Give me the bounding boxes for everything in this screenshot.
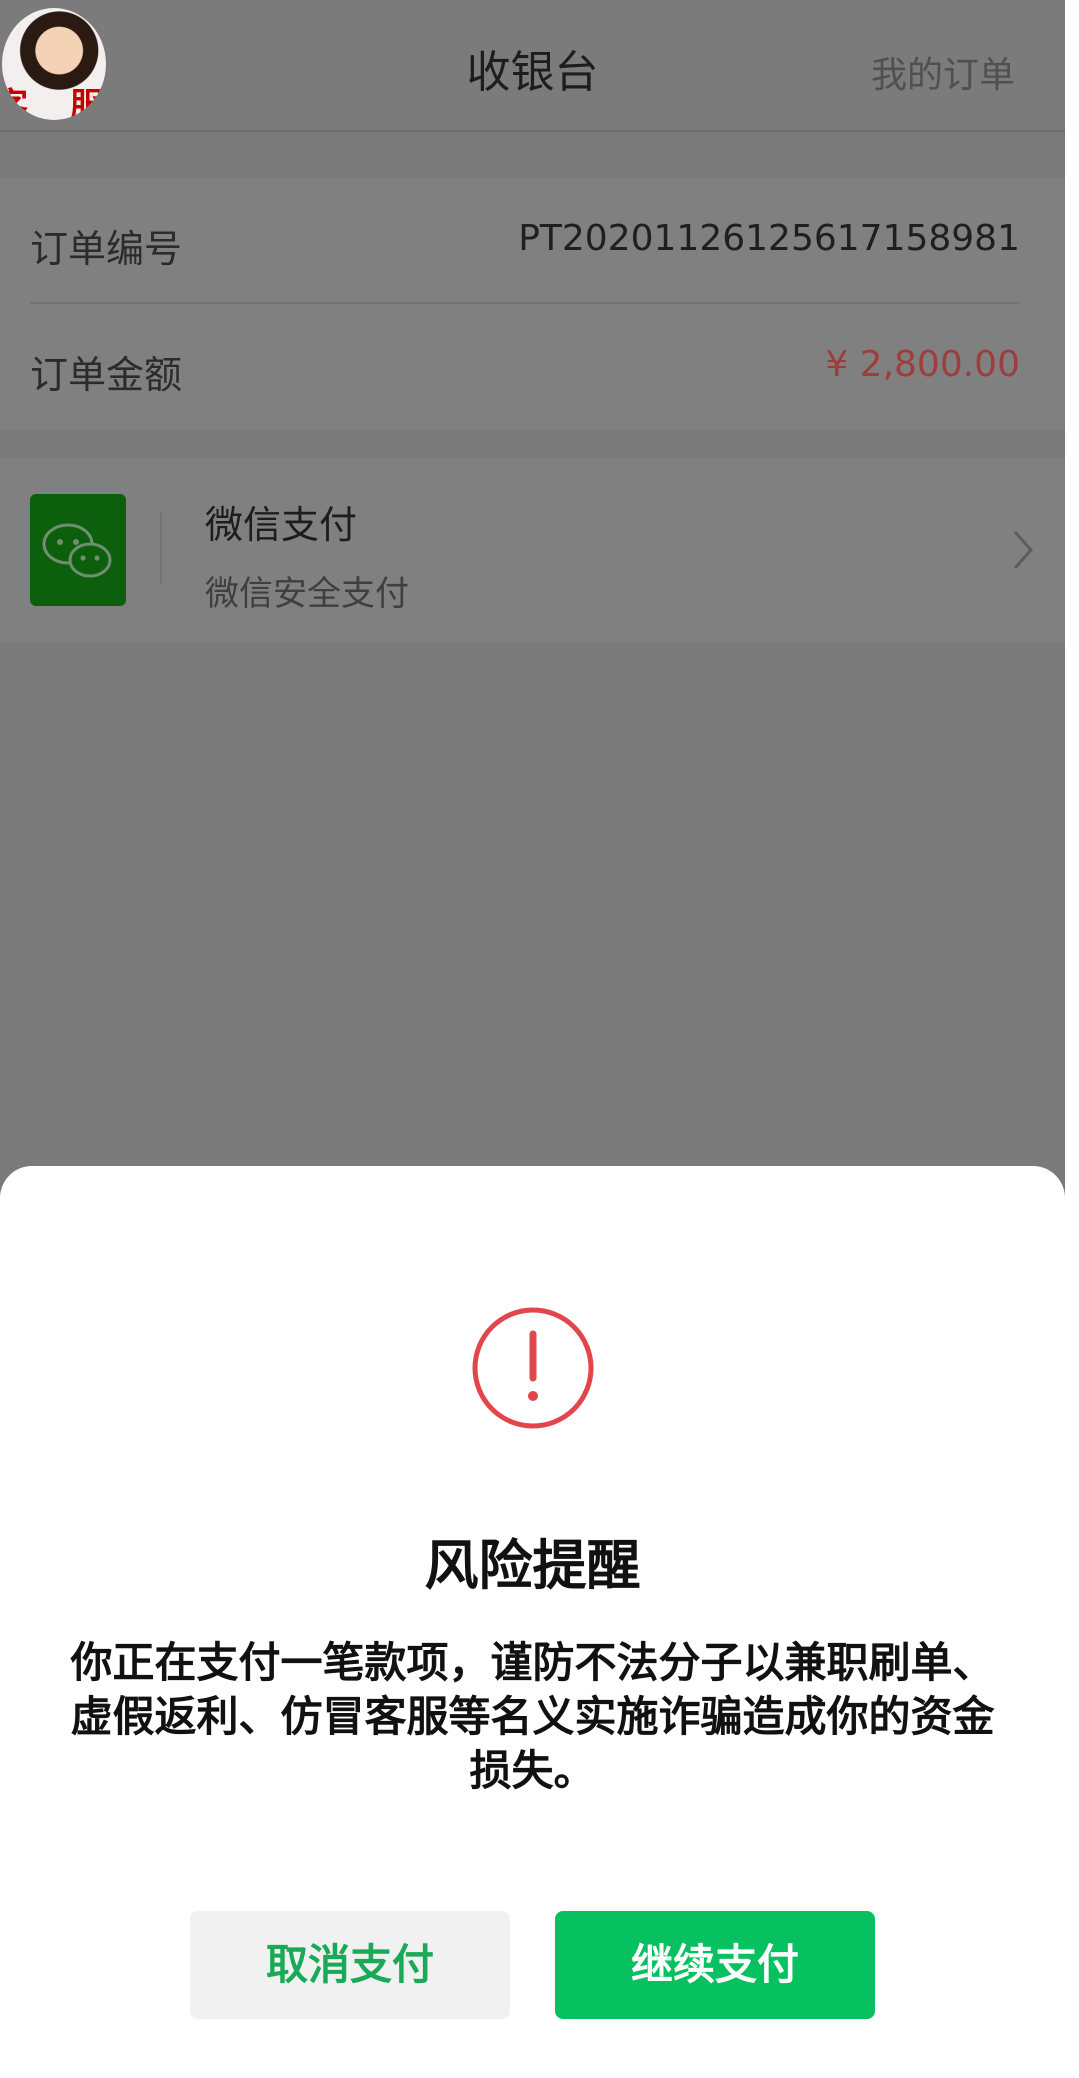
continue-payment-button[interactable]: 继续支付 <box>555 1911 875 2019</box>
header-bar: 客 服 收银台 我的订单 <box>0 0 1065 132</box>
payment-method-wechat[interactable]: 微信支付 微信安全支付 <box>0 458 1065 642</box>
vertical-separator <box>160 512 162 584</box>
screen-edge <box>1065 0 1079 2078</box>
dialog-message: 你正在支付一笔款项，谨防不法分子以兼职刷单、虚假返利、仿冒客服等名义实施诈骗造成… <box>70 1638 995 1795</box>
chevron-right-icon <box>1011 528 1035 576</box>
order-number-label: 订单编号 <box>30 227 183 271</box>
order-amount-label: 订单金额 <box>30 353 183 397</box>
order-number-row: 订单编号 PT2020112612561715898​1 <box>0 178 1065 304</box>
checkout-page: 客 服 收银台 我的订单 订单编号 PT2020112612561715898​… <box>0 0 1079 2078</box>
payment-method-title: 微信支付 <box>205 503 358 547</box>
order-info-section: 订单编号 PT2020112612561715898​1 订单金额 ¥ 2,80… <box>0 178 1065 430</box>
order-amount-value: ¥ 2,800.00 <box>825 344 1020 385</box>
risk-reminder-dialog: 风险提醒 你正在支付一笔款项，谨防不法分子以兼职刷单、虚假返利、仿冒客服等名义实… <box>0 1166 1065 2078</box>
dialog-title: 风险提醒 <box>424 1534 641 1597</box>
order-amount-row: 订单金额 ¥ 2,800.00 <box>0 304 1065 430</box>
order-number-value: PT2020112612561715898​1 <box>518 218 1020 259</box>
cancel-payment-button[interactable]: 取消支付 <box>190 1911 510 2019</box>
wechat-icon <box>30 494 126 606</box>
payment-method-subtitle: 微信安全支付 <box>205 574 409 614</box>
warning-icon <box>471 1306 595 1434</box>
my-orders-link[interactable]: 我的订单 <box>871 46 1015 98</box>
